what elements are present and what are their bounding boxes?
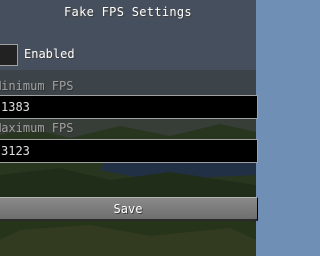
screen-title: Fake FPS Settings	[64, 5, 192, 19]
save-button[interactable]: Save	[0, 197, 258, 221]
enabled-checkbox[interactable]	[0, 44, 18, 66]
minimum-fps-input[interactable]	[0, 95, 258, 119]
maximum-fps-label: Maximum FPS	[0, 121, 74, 135]
maximum-fps-input[interactable]	[0, 139, 258, 163]
minimum-fps-label: Minimum FPS	[0, 79, 74, 93]
enabled-label: Enabled	[24, 47, 75, 61]
